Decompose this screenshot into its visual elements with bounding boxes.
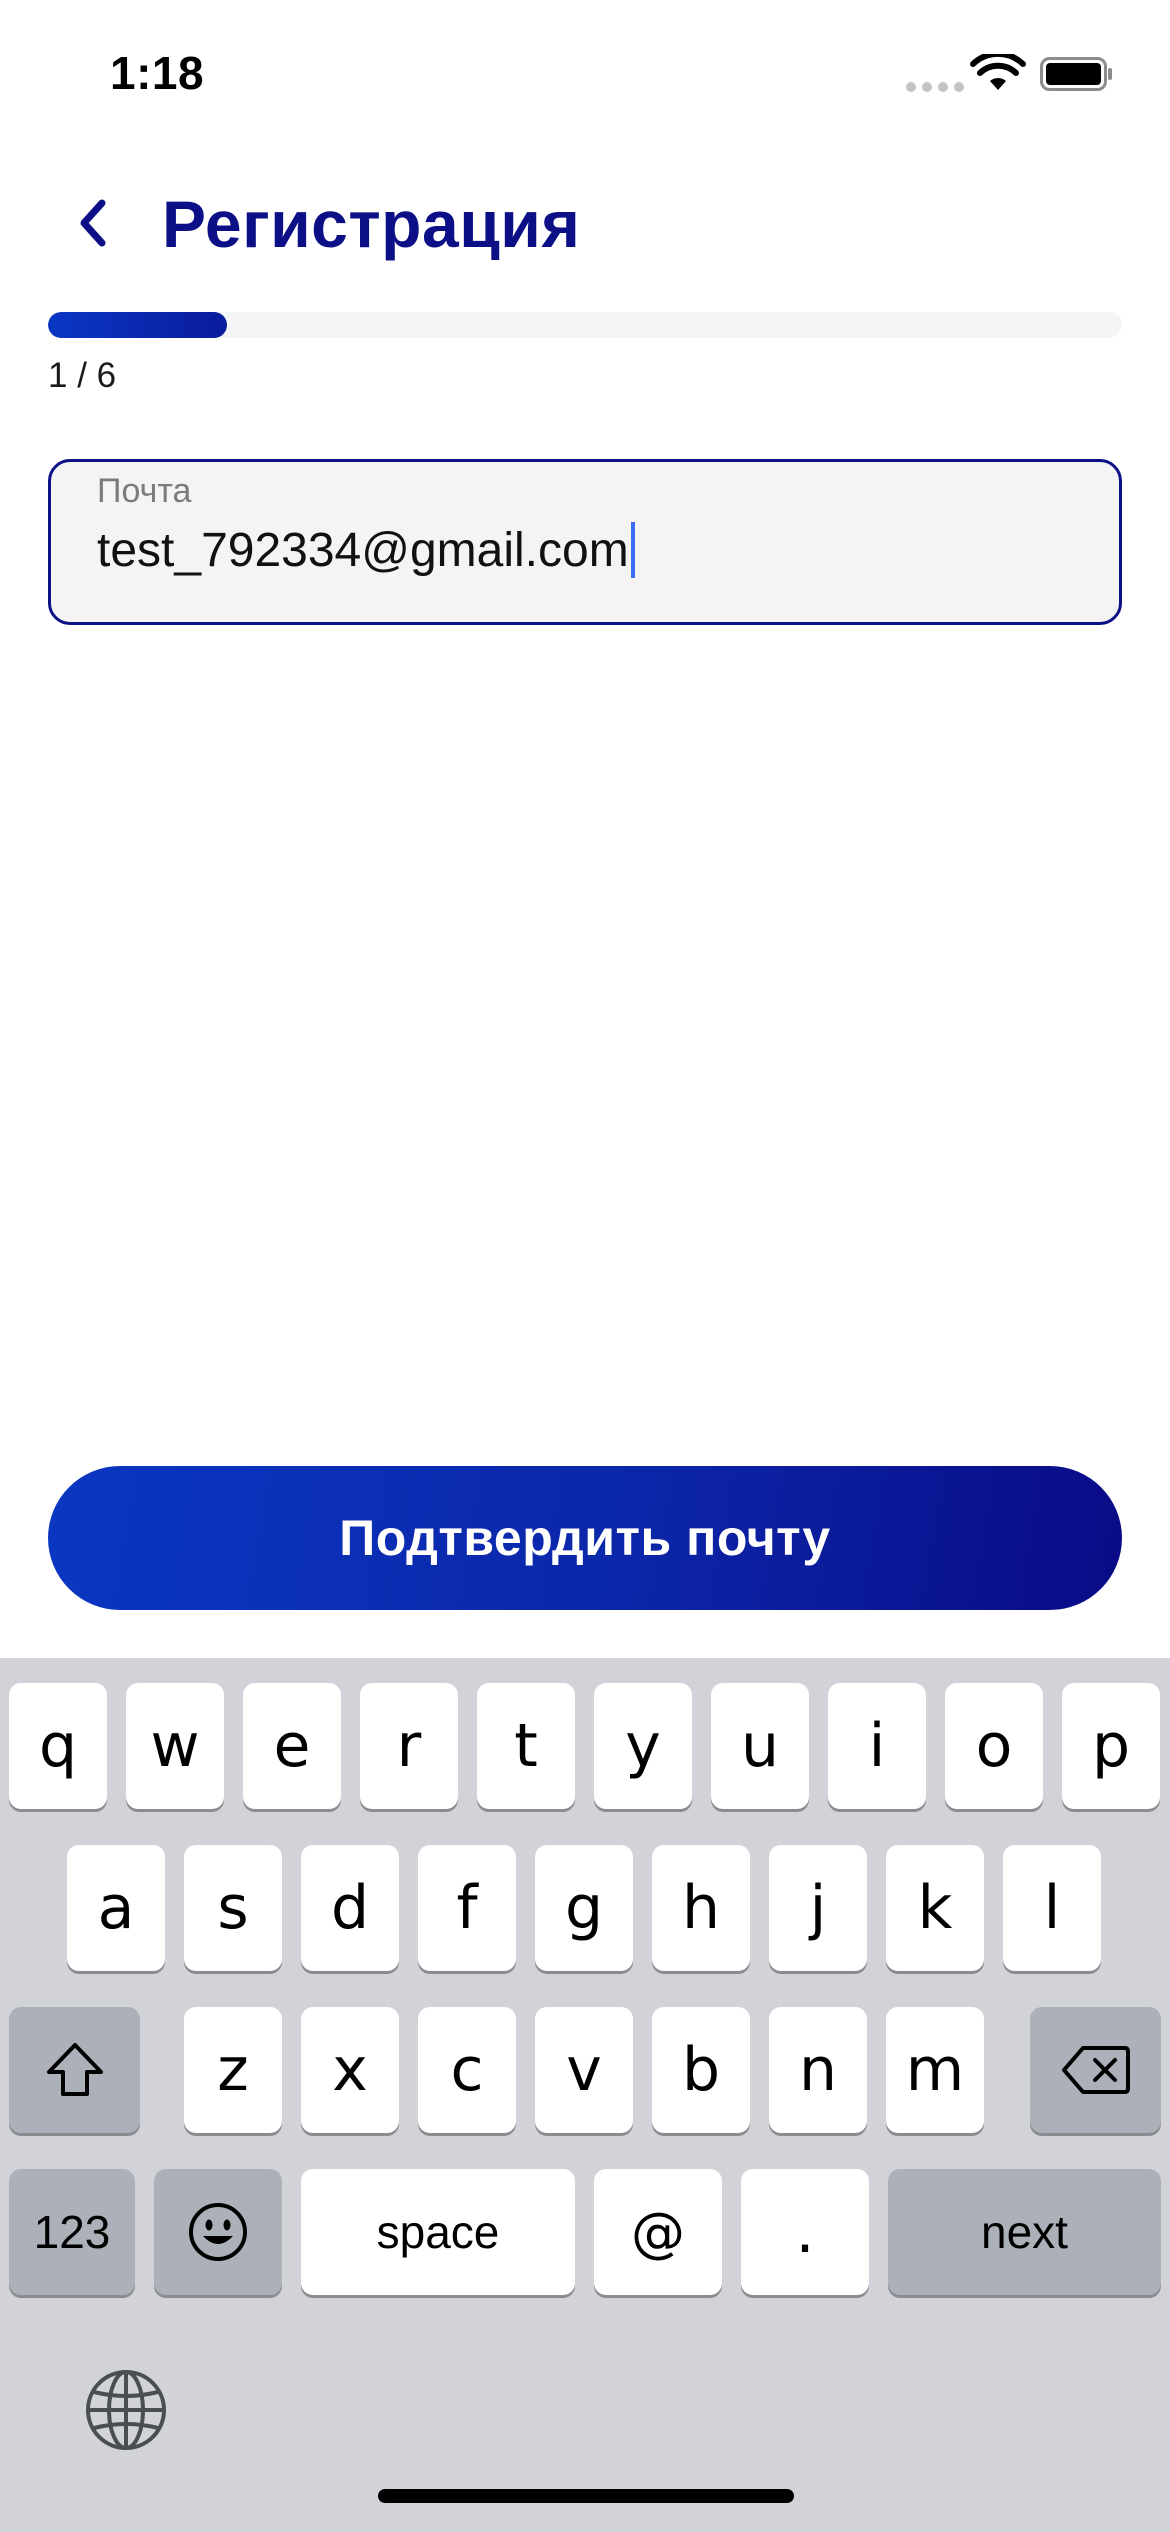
- key-g[interactable]: g: [535, 1845, 633, 1971]
- at-key[interactable]: @: [594, 2169, 722, 2295]
- key-a[interactable]: a: [67, 1845, 165, 1971]
- emoji-key[interactable]: [154, 2169, 282, 2295]
- emoji-icon: [189, 2203, 247, 2261]
- key-r[interactable]: r: [360, 1683, 458, 1809]
- key-q[interactable]: q: [9, 1683, 107, 1809]
- home-indicator: [378, 2489, 794, 2503]
- back-chevron-icon: [80, 199, 106, 247]
- key-j[interactable]: j: [769, 1845, 867, 1971]
- key-y[interactable]: y: [594, 1683, 692, 1809]
- dot-key[interactable]: .: [741, 2169, 869, 2295]
- email-field-label: Почта: [97, 472, 192, 510]
- keyboard: q w e r t y u i o p a s d f g h j k l z …: [0, 1658, 1170, 2532]
- key-t[interactable]: t: [477, 1683, 575, 1809]
- key-o[interactable]: o: [945, 1683, 1043, 1809]
- status-time: 1:18: [110, 47, 205, 99]
- key-z[interactable]: z: [184, 2007, 282, 2133]
- backspace-icon: [1061, 2046, 1130, 2094]
- page-title: Регистрация: [162, 187, 581, 261]
- email-input-value[interactable]: test_792334@gmail.com: [97, 523, 629, 578]
- numbers-key[interactable]: 123: [9, 2169, 135, 2295]
- text-caret: [630, 522, 635, 578]
- key-e[interactable]: e: [243, 1683, 341, 1809]
- key-u[interactable]: u: [711, 1683, 809, 1809]
- email-field[interactable]: Почта test_792334@gmail.com: [48, 459, 1122, 625]
- cellular-signal-icon: [906, 82, 964, 92]
- progress-fill: [48, 312, 227, 338]
- progress-step-text: 1 / 6: [48, 356, 117, 395]
- confirm-email-button[interactable]: Подтвердить почту: [48, 1466, 1122, 1610]
- battery-icon: [1040, 57, 1112, 91]
- wifi-icon: [970, 54, 1026, 90]
- email-input-wrapper[interactable]: test_792334@gmail.com: [97, 522, 635, 578]
- key-v[interactable]: v: [535, 2007, 633, 2133]
- globe-icon[interactable]: [84, 2368, 168, 2452]
- space-key[interactable]: space: [301, 2169, 575, 2295]
- key-c[interactable]: c: [418, 2007, 516, 2133]
- next-key[interactable]: next: [888, 2169, 1161, 2295]
- key-m[interactable]: m: [886, 2007, 984, 2133]
- key-w[interactable]: w: [126, 1683, 224, 1809]
- shift-key[interactable]: [9, 2007, 140, 2133]
- key-k[interactable]: k: [886, 1845, 984, 1971]
- shift-icon: [46, 2043, 103, 2096]
- key-x[interactable]: x: [301, 2007, 399, 2133]
- key-f[interactable]: f: [418, 1845, 516, 1971]
- key-d[interactable]: d: [301, 1845, 399, 1971]
- key-n[interactable]: n: [769, 2007, 867, 2133]
- key-s[interactable]: s: [184, 1845, 282, 1971]
- key-i[interactable]: i: [828, 1683, 926, 1809]
- progress-bar: [48, 312, 1122, 338]
- key-l[interactable]: l: [1003, 1845, 1101, 1971]
- back-button[interactable]: [60, 188, 124, 258]
- key-p[interactable]: p: [1062, 1683, 1160, 1809]
- key-h[interactable]: h: [652, 1845, 750, 1971]
- backspace-key[interactable]: [1030, 2007, 1161, 2133]
- key-b[interactable]: b: [652, 2007, 750, 2133]
